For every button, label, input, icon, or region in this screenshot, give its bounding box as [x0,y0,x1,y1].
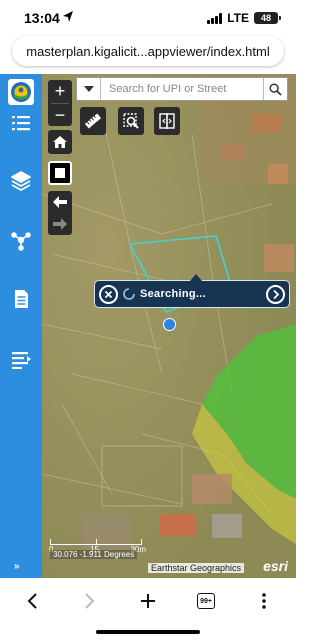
search-input[interactable] [101,78,263,100]
split-view-icon [159,113,175,129]
home-button[interactable] [48,130,72,154]
new-tab-button[interactable] [132,586,164,616]
fullscreen-icon [55,168,65,178]
search-popup: Searching... [94,274,290,308]
popup-status-text: Searching... [140,288,206,300]
tabs-icon: 99+ [197,593,215,609]
more-icon [262,593,266,609]
measure-button[interactable] [80,107,106,135]
close-popup-button[interactable] [99,285,118,304]
browser-forward-button[interactable] [74,586,106,616]
forward-arrow-icon [53,218,67,230]
back-arrow-icon [53,196,67,208]
previous-extent-button[interactable] [48,191,72,213]
measure-icon [84,113,102,129]
coordinate-readout: 30.076 -1.911 Degrees [50,550,138,559]
address-bar[interactable]: masterplan.kigalicit...appviewer/index.h… [12,36,284,66]
fullscreen-button[interactable] [48,161,72,185]
search-icon [269,82,282,96]
search-widget [76,77,288,101]
chevron-right-icon [273,289,280,300]
zoom-control: + − [48,80,72,126]
legend-list-icon[interactable] [9,347,33,371]
browser-toolbar: 99+ [0,578,296,640]
identify-button[interactable] [118,107,144,135]
map-view[interactable]: + − Search for UPI or Street Searching..… [42,74,296,578]
current-location-marker [163,318,176,331]
popup-pointer [190,274,202,281]
search-map-icon [123,113,139,129]
list-icon[interactable] [9,111,33,135]
esri-logo: esri [263,558,288,574]
home-indicator [96,630,200,634]
location-arrow-icon [63,11,73,22]
popup-next-button[interactable] [266,285,285,304]
sidebar: » [0,74,42,578]
city-emblem-icon[interactable] [8,79,34,105]
share-nodes-icon[interactable] [9,228,33,252]
document-icon[interactable] [9,287,33,311]
status-bar: 13:04 LTE 48 [0,0,296,34]
close-icon [104,290,113,299]
search-button[interactable] [263,78,287,100]
url-text: masterplan.kigalicit...appviewer/index.h… [26,43,270,59]
tabs-button[interactable]: 99+ [190,586,222,616]
new-tab-icon [141,594,155,608]
zoom-out-button[interactable]: − [48,104,72,127]
battery-icon: 48 [254,12,281,24]
home-icon [53,136,67,148]
status-indicators: LTE 48 [207,11,281,25]
signal-icon [207,12,223,24]
zoom-in-button[interactable]: + [48,80,72,103]
browser-back-button[interactable] [16,586,48,616]
back-icon [27,593,37,609]
layers-icon[interactable] [9,169,33,193]
forward-icon [85,593,95,609]
swipe-button[interactable] [154,107,180,135]
loading-spinner-icon [123,288,135,300]
map-attribution: Earthstar Geographics [148,563,245,573]
next-extent-button[interactable] [48,213,72,235]
sidebar-expand-button[interactable]: » [14,561,20,572]
phone-screen: 13:04 LTE 48 masterplan.kigalicit...appv… [0,0,296,640]
more-button[interactable] [248,586,280,616]
status-time: 13:04 [24,10,60,26]
chevron-down-icon [83,86,94,92]
network-label: LTE [227,11,249,25]
search-source-dropdown[interactable] [77,78,101,100]
